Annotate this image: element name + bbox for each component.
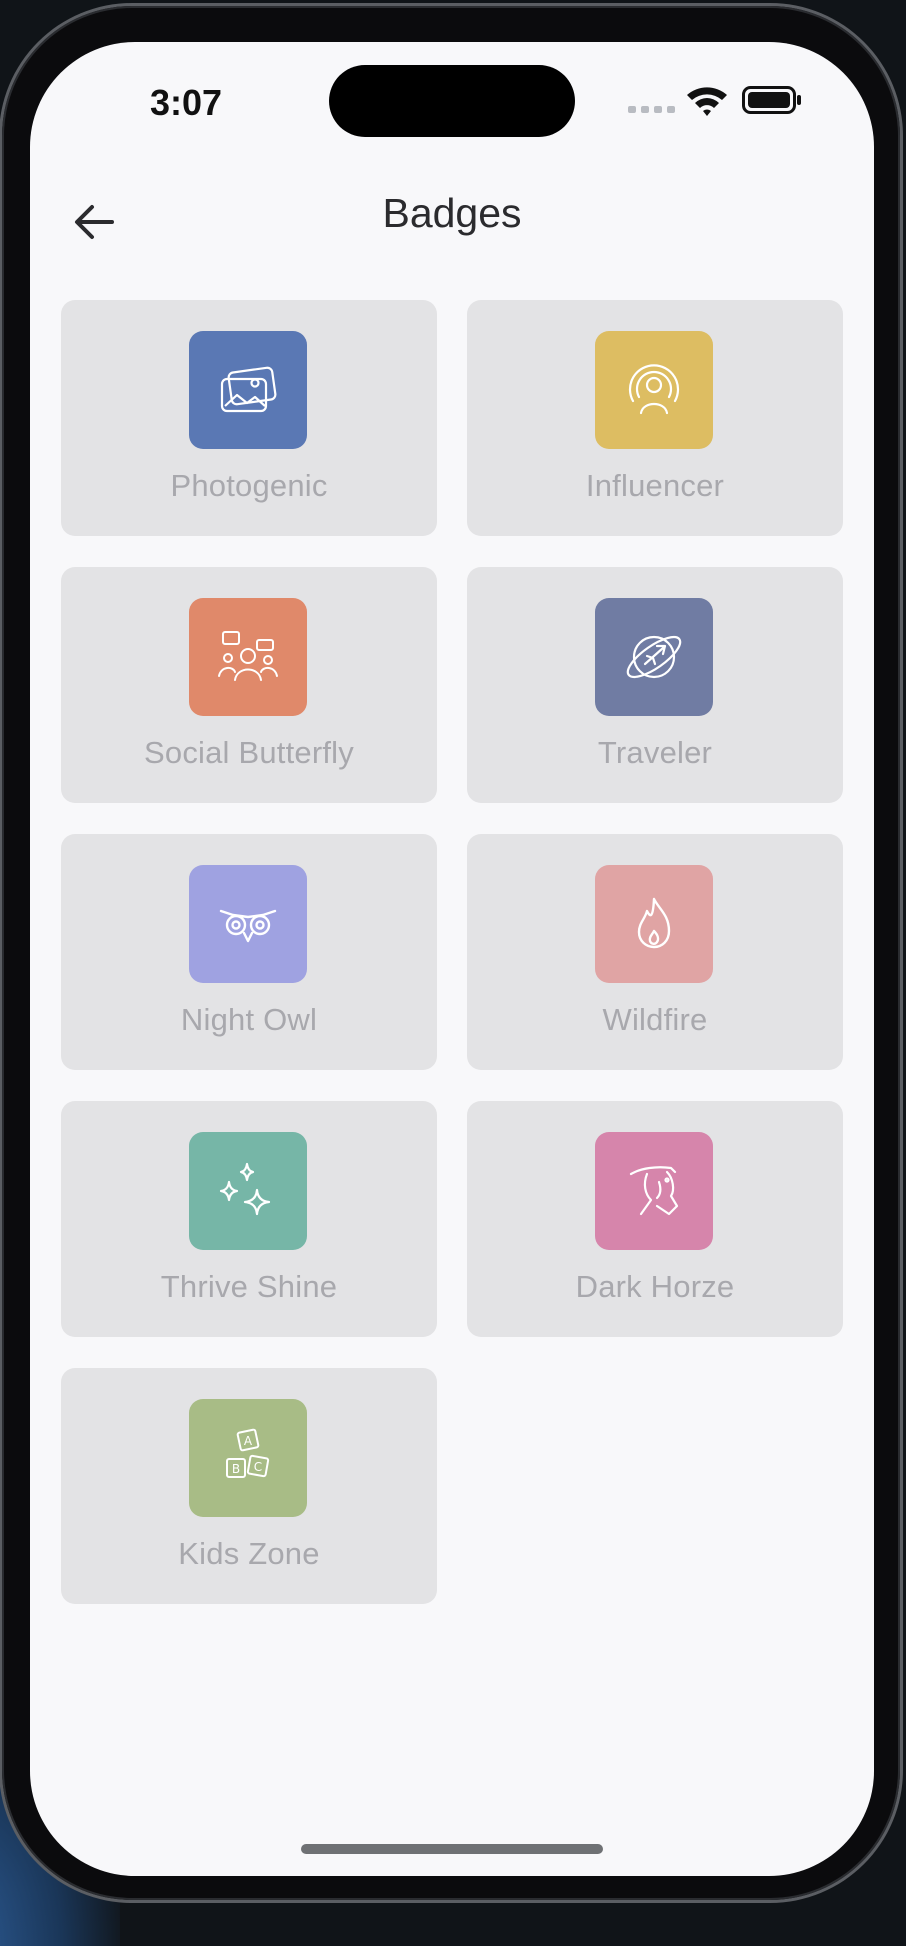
broadcast-person-icon — [628, 364, 680, 415]
badge-card-photogenic[interactable]: Photogenic — [61, 300, 437, 536]
badge-tile — [189, 331, 307, 449]
photos-icon — [220, 366, 277, 413]
badge-tile: A B C — [189, 1399, 307, 1517]
badge-tile — [595, 331, 713, 449]
app-screen: 3:07 Badges Photogenic Influencer Social… — [30, 42, 874, 1876]
badge-card-influencer[interactable]: Influencer — [467, 300, 843, 536]
page-title: Badges — [382, 190, 522, 236]
badge-tile — [595, 865, 713, 983]
globe-plane-icon — [626, 635, 682, 679]
abc-blocks-icon: A B C — [226, 1428, 270, 1478]
badge-tile — [189, 598, 307, 716]
cellular-signal-icon — [628, 106, 675, 113]
dynamic-island — [329, 65, 575, 137]
phone-frame: 3:07 Badges Photogenic Influencer Social… — [2, 6, 900, 1900]
svg-text:B: B — [232, 1462, 240, 1476]
badge-tile — [595, 1132, 713, 1250]
badge-label: Thrive Shine — [160, 1269, 338, 1304]
people-chat-icon — [218, 631, 278, 681]
badge-card-thrive-shine[interactable]: Thrive Shine — [61, 1101, 437, 1337]
badge-label: Traveler — [597, 735, 713, 770]
home-indicator — [301, 1844, 603, 1854]
badge-card-wildfire[interactable]: Wildfire — [467, 834, 843, 1070]
badge-card-traveler[interactable]: Traveler — [467, 567, 843, 803]
badge-label: Night Owl — [180, 1002, 318, 1037]
owl-icon — [219, 909, 277, 943]
badge-label: Wildfire — [602, 1002, 708, 1037]
badge-card-dark-horze[interactable]: Dark Horze — [467, 1101, 843, 1337]
sparkles-icon — [219, 1162, 271, 1216]
badge-card-kids-zone[interactable]: A B C Kids Zone — [61, 1368, 437, 1604]
horse-head-icon — [629, 1166, 679, 1216]
badge-card-social-butterfly[interactable]: Social Butterfly — [61, 567, 437, 803]
badge-label: Kids Zone — [178, 1536, 320, 1571]
badge-label: Photogenic — [170, 468, 328, 503]
badge-label: Dark Horze — [575, 1269, 735, 1304]
flame-icon — [637, 897, 671, 949]
badge-tile — [189, 1132, 307, 1250]
wifi-icon — [687, 87, 727, 116]
badge-tile — [189, 865, 307, 983]
svg-text:C: C — [254, 1460, 262, 1474]
badge-card-night-owl[interactable]: Night Owl — [61, 834, 437, 1070]
badge-label: Influencer — [585, 468, 725, 503]
badge-tile — [595, 598, 713, 716]
badge-label: Social Butterfly — [144, 735, 354, 770]
battery-icon — [742, 86, 801, 114]
status-time: 3:07 — [150, 82, 223, 123]
svg-text:A: A — [244, 1434, 253, 1448]
